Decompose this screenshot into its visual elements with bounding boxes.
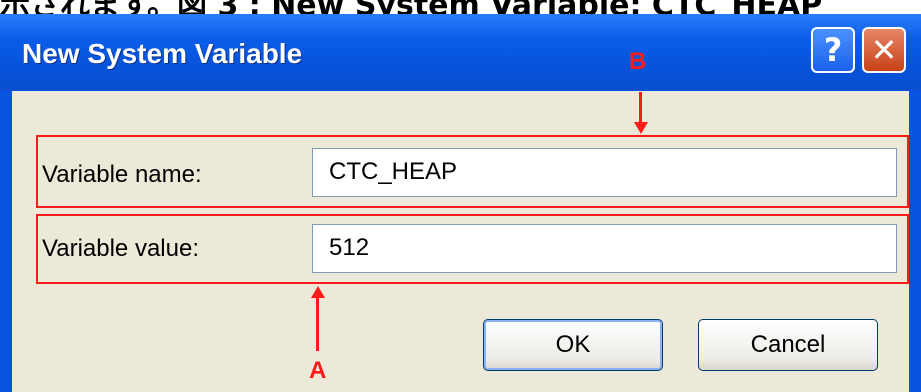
cancel-button[interactable]: Cancel [698,319,878,371]
page-caption: 示されます。図 3 : New System Variable: CTC_HEA… [0,0,921,14]
close-icon: ✕ [870,31,898,69]
ok-button[interactable]: OK [483,319,663,371]
arrow-b-line [639,92,642,124]
marker-b: B [629,48,647,75]
variable-value-label: Variable value: [42,235,199,262]
marker-a: A [309,357,327,384]
dialog-body: Variable name: CTC_HEAP Variable value: … [12,91,909,392]
help-button[interactable]: ? [811,27,855,73]
close-button[interactable]: ✕ [862,27,906,73]
new-system-variable-dialog: New System Variable ? ✕ Variable name: C… [0,14,921,392]
arrow-a-line [316,297,319,351]
arrow-b-head [634,122,648,134]
variable-name-input[interactable]: CTC_HEAP [312,148,897,197]
variable-value-input[interactable]: 512 [312,224,897,273]
variable-name-label: Variable name: [42,161,202,188]
title-bar[interactable]: New System Variable ? ✕ [0,14,921,90]
help-icon: ? [823,31,843,69]
dialog-title: New System Variable [22,38,303,69]
